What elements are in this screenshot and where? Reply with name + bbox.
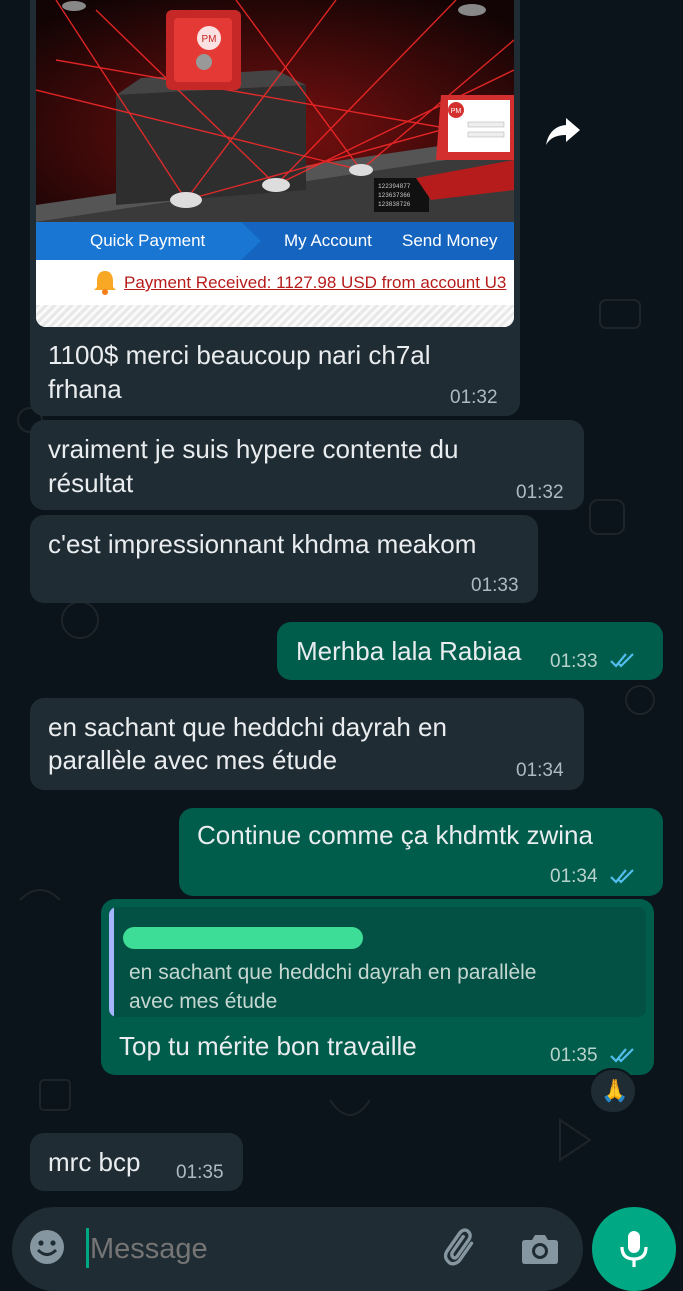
payment-navbar: Quick Payment My Account Send Money	[36, 222, 514, 260]
message-text: parallèle avec mes étude	[48, 745, 338, 775]
quoted-message[interactable]: en sachant que heddchi dayrah en parallè…	[109, 907, 646, 1017]
message-text: Merhba lala Rabiaa	[296, 636, 522, 666]
message-bubble-incoming[interactable]: vraiment je suis hypere contente du résu…	[30, 420, 584, 510]
message-text: mrc bcp	[48, 1147, 141, 1177]
payment-notice: Payment Received: 1127.98 USD from accou…	[36, 260, 514, 305]
svg-text:PM: PM	[202, 34, 217, 45]
message-text: vraiment je suis hypere contente du	[48, 434, 459, 464]
emoji-icon[interactable]	[27, 1227, 67, 1267]
message-text: Top tu mérite bon travaille	[119, 1031, 417, 1061]
notice-text: Payment Received: 1127.98 USD from accou…	[124, 273, 507, 292]
attach-icon[interactable]	[442, 1227, 482, 1271]
message-time: 01:32	[516, 482, 564, 503]
svg-text:122394877: 122394877	[378, 183, 411, 190]
quoted-text: avec mes étude	[129, 990, 278, 1013]
message-bubble-outgoing[interactable]: Continue comme ça khdmtk zwina 01:34	[179, 808, 663, 896]
message-text: résultat	[48, 468, 134, 498]
forward-icon[interactable]	[544, 114, 584, 148]
mic-button[interactable]	[592, 1207, 676, 1291]
message-time: 01:34	[550, 866, 598, 887]
message-text: c'est impressionnant khdma meakom	[48, 529, 477, 559]
pray-emoji: 🙏	[601, 1078, 629, 1103]
message-bubble-incoming[interactable]: mrc bcp 01:35	[30, 1133, 243, 1191]
message-text: Continue comme ça khdmtk zwina	[197, 820, 593, 850]
message-time: 01:33	[550, 651, 598, 672]
bell-icon	[94, 271, 116, 295]
message-bubble-outgoing-reply[interactable]: en sachant que heddchi dayrah en parallè…	[101, 899, 654, 1075]
mic-icon	[620, 1231, 648, 1267]
quoted-text: en sachant que heddchi dayrah en parallè…	[129, 961, 537, 984]
nav-my-account: My Account	[284, 231, 372, 250]
image-footer-stripes	[36, 305, 514, 327]
redacted-sender	[123, 927, 363, 949]
message-text: 1100$ merci beaucoup nari ch7al	[48, 340, 431, 370]
read-ticks-icon	[610, 869, 634, 884]
message-time: 01:32	[450, 387, 498, 408]
camera-icon[interactable]	[520, 1230, 560, 1266]
message-time: 01:33	[471, 575, 519, 596]
quote-accent-bar	[109, 907, 114, 1017]
nav-quick-payment: Quick Payment	[90, 231, 206, 250]
reaction-badge[interactable]: 🙏	[589, 1068, 637, 1114]
message-time: 01:34	[516, 760, 564, 781]
message-input[interactable]	[88, 1227, 412, 1271]
message-bubble-outgoing[interactable]: Merhba lala Rabiaa 01:33	[277, 622, 663, 680]
message-text: frhana	[48, 374, 122, 404]
shared-image[interactable]: PM 122394877 123637366 123838726 PM Quic…	[36, 0, 514, 327]
message-composer[interactable]	[12, 1207, 583, 1291]
image-scene: PM 122394877 123637366 123838726 PM	[36, 0, 514, 222]
message-time: 01:35	[550, 1045, 598, 1066]
nav-send-money: Send Money	[402, 231, 498, 250]
svg-text:PM: PM	[451, 108, 462, 115]
read-ticks-icon	[610, 1048, 634, 1063]
message-bubble-incoming[interactable]: en sachant que heddchi dayrah en parallè…	[30, 698, 584, 790]
svg-text:123637366: 123637366	[378, 192, 411, 199]
message-time: 01:35	[176, 1162, 224, 1183]
message-text: en sachant que heddchi dayrah en	[48, 712, 447, 742]
message-bubble-incoming[interactable]: c'est impressionnant khdma meakom 01:33	[30, 515, 538, 603]
svg-text:123838726: 123838726	[378, 201, 411, 208]
read-ticks-icon	[610, 653, 634, 668]
message-bubble-incoming[interactable]: PM 122394877 123637366 123838726 PM Quic…	[30, 0, 520, 416]
